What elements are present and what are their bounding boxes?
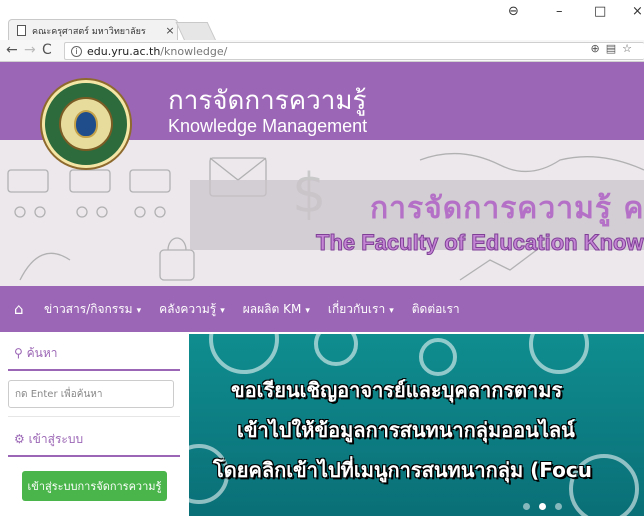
nav-item-label: ข่าวสาร/กิจกรรม	[44, 301, 133, 316]
chevron-down-icon: ▾	[389, 305, 394, 316]
reload-icon[interactable]: C	[42, 42, 52, 58]
gear-decoration	[529, 334, 589, 374]
announcement-slider[interactable]: ขอเรียนเชิญอาจารย์และบุคลากรตามร เข้าไปใ…	[189, 334, 644, 516]
login-button[interactable]: เข้าสู่ระบบการจัดการความรู้	[22, 471, 167, 501]
logo-core	[74, 110, 98, 138]
nav-item-km-output[interactable]: ผลผลิต KM ▾	[243, 300, 310, 319]
gear-decoration	[314, 334, 358, 366]
slide-text-line3: โดยคลิกเข้าไปที่เมนูการสนทนากลุ่ม (Focu	[213, 458, 592, 482]
back-icon[interactable]: ←	[6, 42, 18, 58]
main-nav: ⌂ ข่าวสาร/กิจกรรม ▾ คลังความรู้ ▾ ผลผลิต K…	[0, 286, 644, 332]
nav-item-label: คลังความรู้	[159, 301, 217, 316]
search-heading-label: ค้นหา	[26, 346, 58, 360]
profile-icon[interactable]: ⊖	[508, 4, 519, 19]
chevron-down-icon: ▾	[220, 305, 225, 316]
url-path: /knowledge/	[160, 44, 228, 58]
browser-tabbar: คณะครุศาสตร์ มหาวิทยาลัยร × ⊖ – □ ×	[0, 0, 644, 41]
banner-title: การจัดการความรู้ คณ	[370, 191, 644, 226]
forward-icon[interactable]: →	[24, 42, 36, 58]
browser-tab[interactable]: คณะครุศาสตร์ มหาวิทยาลัยร ×	[8, 19, 178, 41]
chevron-down-icon: ▾	[136, 305, 142, 316]
search-placeholder: กด Enter เพื่อค้นหา	[15, 388, 103, 400]
sidebar: ⚲ ค้นหา กด Enter เพื่อค้นหา ⚙ เข้าสู่ระบ…	[0, 332, 180, 516]
url-input[interactable]: i edu.yru.ac.th/knowledge/	[64, 42, 644, 60]
slide-text-line1: ขอเรียนเชิญอาจารย์และบุคลากรตามร	[231, 378, 563, 402]
gear-decoration	[419, 338, 457, 376]
slider-dot-active[interactable]	[539, 503, 546, 510]
login-heading-label: เข้าสู่ระบบ	[28, 432, 84, 446]
slide-text-line2: เข้าไปให้ข้อมูลการสนทนากลุ่มออนไลน์	[237, 418, 575, 442]
gear-decoration	[209, 334, 279, 374]
nav-item-label: ติดต่อเรา	[411, 301, 460, 316]
slider-dot[interactable]	[523, 503, 530, 510]
close-window-button[interactable]: ×	[632, 4, 643, 19]
minimize-button[interactable]: –	[556, 4, 563, 19]
address-bar: ← → C i edu.yru.ac.th/knowledge/ ⊕▤☆	[0, 40, 644, 62]
logo-emblem	[59, 97, 113, 151]
banner-subtitle: The Faculty of Education Know	[316, 230, 644, 256]
nav-item-label: ผลผลิต KM	[242, 301, 302, 316]
search-heading: ⚲ ค้นหา	[8, 332, 180, 371]
site-title: การจัดการความรู้	[168, 86, 367, 116]
url-host: edu.yru.ac.th	[87, 44, 161, 58]
new-tab-button[interactable]	[175, 22, 217, 41]
info-icon[interactable]: i	[71, 45, 82, 57]
nav-item-about[interactable]: เกี่ยวกับเรา ▾	[328, 300, 394, 319]
sidebar-divider	[8, 416, 180, 417]
search-input[interactable]: กด Enter เพื่อค้นหา	[8, 380, 174, 408]
chevron-down-icon: ▾	[305, 305, 310, 316]
university-logo[interactable]	[42, 80, 130, 168]
maximize-button[interactable]: □	[594, 4, 606, 19]
page-icon	[17, 25, 26, 36]
slider-dot[interactable]	[555, 503, 562, 510]
home-icon[interactable]: ⌂	[14, 300, 44, 318]
search-icon: ⚲	[14, 346, 27, 360]
gears-icon: ⚙	[14, 432, 29, 446]
site-subtitle: Knowledge Management	[168, 116, 368, 136]
tab-title: คณะครุศาสตร์ มหาวิทยาลัยร	[32, 26, 146, 37]
zoom-translate-star-icons[interactable]: ⊕▤☆	[591, 42, 638, 55]
close-tab-icon[interactable]: ×	[163, 24, 177, 37]
nav-item-contact[interactable]: ติดต่อเรา	[412, 300, 460, 319]
nav-item-label: เกี่ยวกับเรา	[327, 301, 386, 316]
login-panel: ⚙ เข้าสู่ระบบ เข้าสู่ระบบการจัดการความรู…	[8, 418, 180, 501]
nav-item-repository[interactable]: คลังความรู้ ▾	[159, 300, 225, 319]
search-panel: ⚲ ค้นหา กด Enter เพื่อค้นหา	[8, 332, 180, 408]
nav-item-news[interactable]: ข่าวสาร/กิจกรรม ▾	[44, 300, 141, 319]
login-heading: ⚙ เข้าสู่ระบบ	[8, 418, 180, 457]
